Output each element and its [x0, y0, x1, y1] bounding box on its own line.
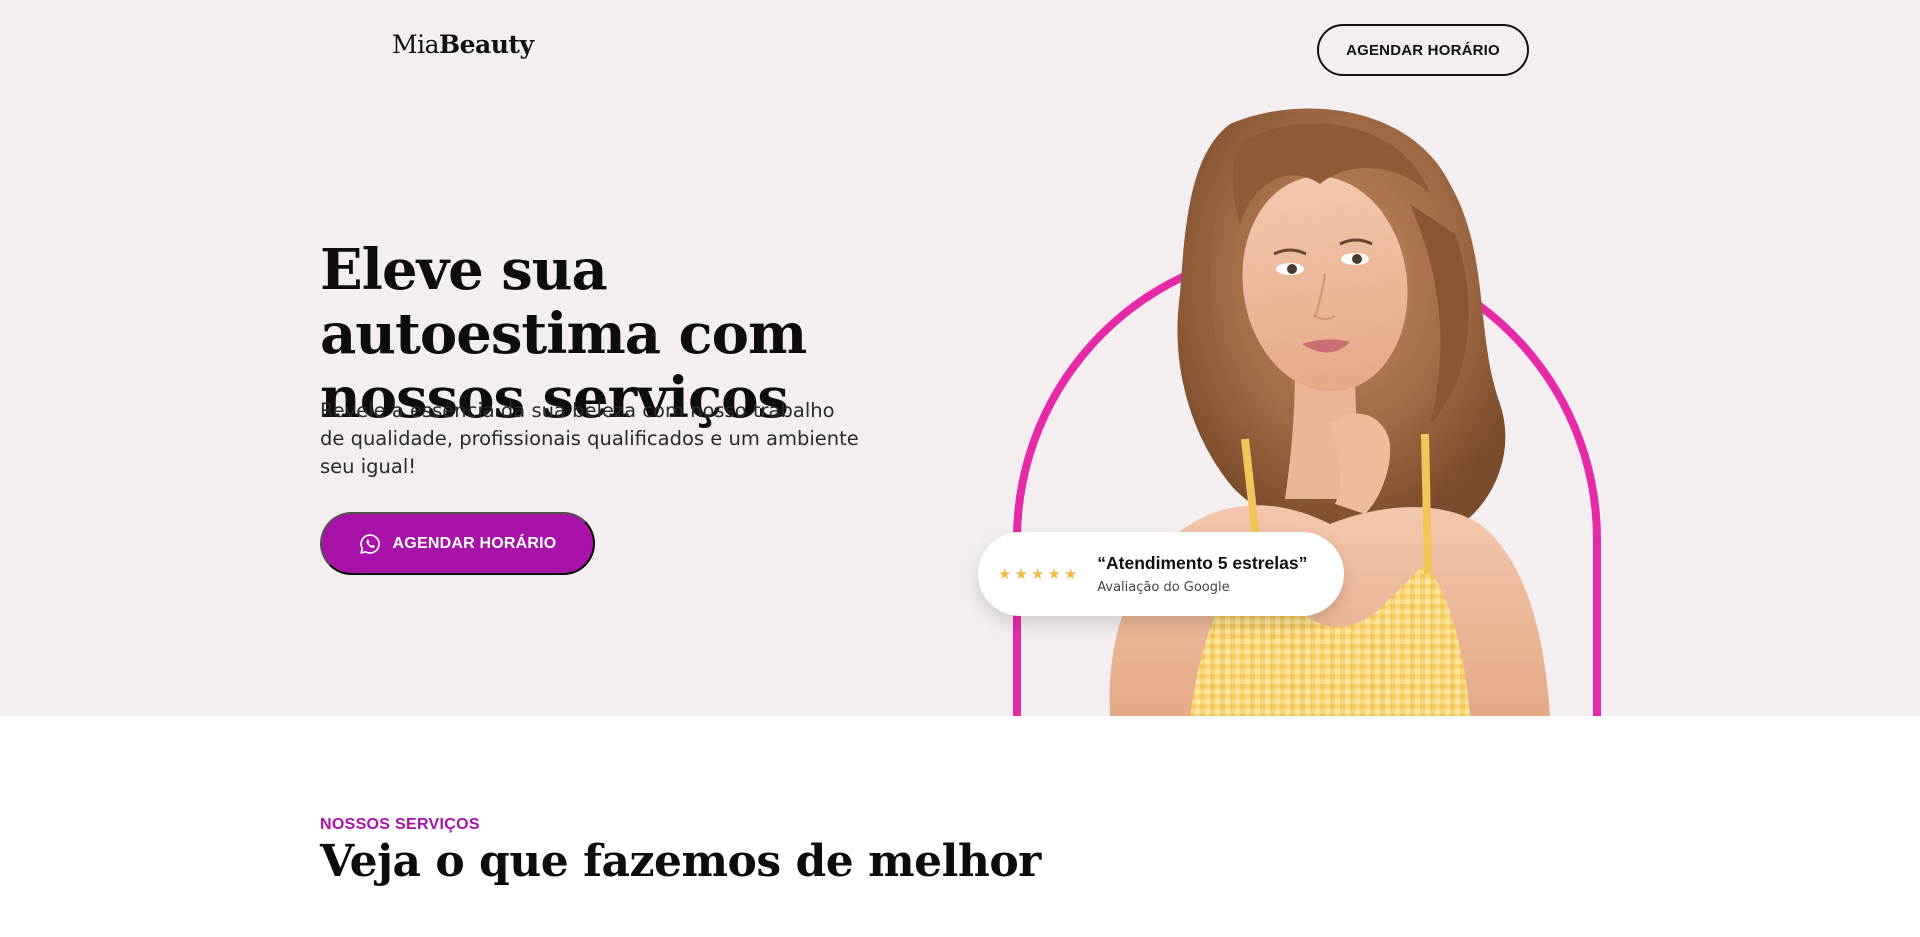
- logo-text-bold: Beauty: [439, 30, 534, 59]
- star-icon: ★: [1063, 565, 1078, 583]
- services-eyebrow: NOSSOS SERVIÇOS: [320, 816, 480, 833]
- logo[interactable]: MiaBeauty: [392, 30, 534, 59]
- hero-section: MiaBeauty AGENDAR HORÁRIO Eleve sua auto…: [0, 0, 1920, 716]
- header-schedule-button[interactable]: AGENDAR HORÁRIO: [1317, 24, 1529, 76]
- star-icon: ★: [1014, 565, 1028, 583]
- hero-subtitle: Revele a essência da sua beleza com noss…: [320, 399, 859, 478]
- review-title: “Atendimento 5 estrelas”: [1097, 553, 1308, 573]
- rating-stars: ★ ★ ★ ★ ★: [998, 567, 1077, 582]
- review-source: Avaliação do Google: [1097, 580, 1230, 595]
- star-icon: ★: [1030, 565, 1045, 583]
- logo-text-regular: Mia: [392, 30, 440, 59]
- star-icon: ★: [998, 565, 1012, 583]
- model-portrait-image: [1109, 108, 1550, 716]
- review-card: ★ ★ ★ ★ ★ “Atendimento 5 estrelas” Avali…: [978, 532, 1344, 616]
- star-icon: ★: [1047, 565, 1061, 583]
- hero-schedule-label: AGENDAR HORÁRIO: [392, 534, 557, 552]
- review-text: “Atendimento 5 estrelas” Avaliação do Go…: [1097, 553, 1307, 595]
- whatsapp-icon: [359, 533, 381, 555]
- hero-schedule-button[interactable]: AGENDAR HORÁRIO: [320, 512, 595, 575]
- services-title: Veja o que fazemos de melhor: [320, 836, 1041, 887]
